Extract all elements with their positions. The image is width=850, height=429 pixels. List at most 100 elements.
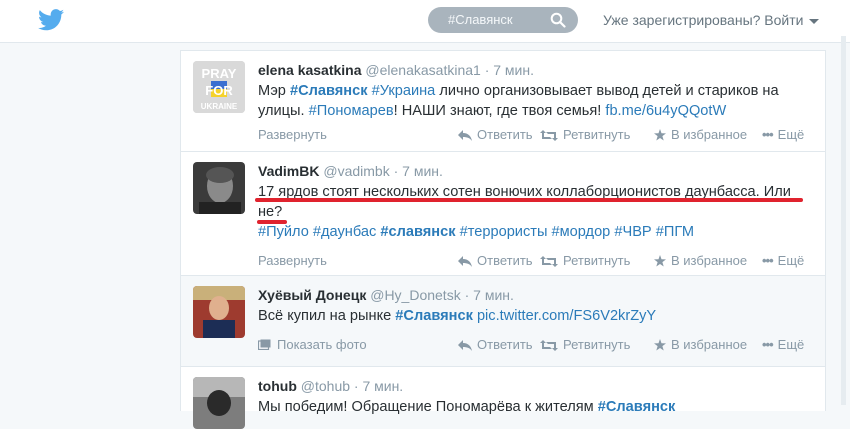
- hashtag-link[interactable]: #Славянск: [598, 399, 676, 415]
- hashtag-link[interactable]: #ЧВР: [614, 224, 651, 240]
- hashtag-link[interactable]: #славянск: [380, 224, 455, 240]
- reply-label: Ответить: [477, 253, 533, 268]
- favorite-button[interactable]: В избранное: [654, 253, 747, 268]
- more-label: Ещё: [777, 337, 805, 352]
- login-text: Уже зарегистрированы? Войти: [603, 12, 804, 28]
- tweet-item[interactable]: PRAY FOR UKRAINE elena kasatkina @elenak…: [181, 51, 825, 152]
- more-dots-icon: •••: [762, 127, 774, 142]
- text-segment: Мы победим! Обращение Пономарёва к жител…: [258, 399, 598, 415]
- hashtag-link[interactable]: pic.twitter.com/FS6V2krZyY: [477, 308, 656, 324]
- expand-link[interactable]: Развернуть: [258, 127, 327, 142]
- search-value: #Славянск: [448, 12, 513, 27]
- tweet-text: Всё купил на рынке #Славянск pic.twitter…: [258, 306, 818, 326]
- reply-icon: [458, 340, 472, 351]
- tweet-header: Хуёвый Донецк @Hy_Donetsk · 7 мин.: [258, 286, 818, 304]
- reply-button[interactable]: Ответить: [458, 253, 533, 268]
- search-icon[interactable]: [550, 12, 566, 28]
- tweet-actions: Развернуть Ответить Ретвитнуть В избранн…: [258, 253, 818, 271]
- tweet-header: VadimBK @vadimbk · 7 мин.: [258, 162, 818, 180]
- top-bar: #Славянск Уже зарегистрированы? Войти: [0, 0, 850, 43]
- hashtag-link[interactable]: fb.me/6u4yQQotW: [605, 103, 726, 119]
- hashtag-link[interactable]: #Славянск: [290, 83, 368, 99]
- hashtag-link[interactable]: #Украина: [372, 83, 436, 99]
- show-photo-label: Показать фото: [277, 337, 367, 352]
- favorite-label: В избранное: [671, 253, 748, 268]
- scrollbar[interactable]: [841, 36, 846, 405]
- tweet-header: tohub @tohub · 7 мин.: [258, 377, 818, 395]
- hashtag-link[interactable]: #мордор: [552, 224, 611, 240]
- author-handle[interactable]: @vadimbk: [323, 163, 389, 179]
- tweet-item[interactable]: VadimBK @vadimbk · 7 мин. 17 ярдов стоят…: [181, 152, 825, 276]
- hashtag-link[interactable]: #ПГМ: [656, 224, 694, 240]
- more-button[interactable]: ••• Ещё: [762, 127, 804, 142]
- retweet-icon: [540, 256, 558, 267]
- reply-label: Ответить: [477, 337, 533, 352]
- reply-icon: [458, 130, 472, 141]
- tweet-time[interactable]: · 7 мин.: [354, 378, 403, 394]
- tweet-actions: Показать фото Ответить Ретвитнуть В избр…: [257, 337, 818, 355]
- tweet-timeline: PRAY FOR UKRAINE elena kasatkina @elenak…: [180, 50, 826, 429]
- reply-button[interactable]: Ответить: [458, 337, 533, 352]
- retweet-button[interactable]: Ретвитнуть: [540, 253, 630, 268]
- hashtag-link[interactable]: #Пономарев: [309, 103, 394, 119]
- author-name[interactable]: elena kasatkina: [258, 62, 362, 78]
- tweet-actions: Развернуть Ответить Ретвитнуть В избранн…: [258, 127, 818, 145]
- author-name[interactable]: tohub: [258, 378, 297, 394]
- favorite-label: В избранное: [671, 337, 748, 352]
- more-label: Ещё: [777, 253, 805, 268]
- more-dots-icon: •••: [762, 337, 774, 352]
- author-handle[interactable]: @tohub: [301, 378, 350, 394]
- star-icon: [654, 129, 666, 141]
- more-label: Ещё: [777, 127, 805, 142]
- retweet-icon: [540, 340, 558, 351]
- retweet-label: Ретвитнуть: [563, 337, 631, 352]
- tweet-text: Мы победим! Обращение Пономарёва к жител…: [258, 397, 818, 417]
- twitter-bird-icon[interactable]: [38, 9, 64, 31]
- red-underline-annotation: [257, 220, 287, 224]
- retweet-button[interactable]: Ретвитнуть: [540, 127, 630, 142]
- hashtag-link[interactable]: #Славянск: [395, 308, 473, 324]
- hashtag-link[interactable]: #даунбас: [313, 224, 376, 240]
- red-underline-annotation: [255, 198, 803, 202]
- avatar[interactable]: [193, 286, 245, 338]
- author-name[interactable]: Хуёвый Донецк: [258, 287, 366, 303]
- more-button[interactable]: ••• Ещё: [762, 337, 804, 352]
- hashtag-link[interactable]: #Пуйло: [258, 224, 309, 240]
- avatar[interactable]: [193, 162, 245, 214]
- text-segment: 17 ярдов стоят нескольких сотен вонючих …: [258, 184, 791, 220]
- tweet-text: 17 ярдов стоят нескольких сотен вонючих …: [258, 182, 818, 222]
- favorite-button[interactable]: В избранное: [654, 337, 747, 352]
- tweet-text: Мэр #Славянск #Украина лично организовыв…: [258, 81, 818, 121]
- chevron-down-icon: [809, 18, 820, 24]
- retweet-button[interactable]: Ретвитнуть: [540, 337, 630, 352]
- login-dropdown[interactable]: Уже зарегистрированы? Войти: [603, 12, 820, 28]
- tweet-time[interactable]: · 7 мин.: [485, 62, 534, 78]
- tweet-item[interactable]: Хуёвый Донецк @Hy_Donetsk · 7 мин. Всё к…: [181, 276, 825, 367]
- text-segment: Мэр: [258, 83, 290, 99]
- show-photo-link[interactable]: Показать фото: [257, 337, 367, 352]
- favorite-label: В избранное: [671, 127, 748, 142]
- star-icon: [654, 255, 666, 267]
- search-input[interactable]: #Славянск: [428, 7, 578, 33]
- retweet-icon: [540, 130, 558, 141]
- reply-button[interactable]: Ответить: [458, 127, 533, 142]
- tweet-time[interactable]: · 7 мин.: [465, 287, 514, 303]
- more-dots-icon: •••: [762, 253, 774, 268]
- photo-icon: [257, 339, 271, 351]
- author-handle[interactable]: @Hy_Donetsk: [370, 287, 460, 303]
- avatar[interactable]: PRAY FOR UKRAINE: [193, 61, 245, 113]
- favorite-button[interactable]: В избранное: [654, 127, 747, 142]
- tweet-hashtags: #Пуйло #даунбас #славянск #террористы #м…: [258, 222, 818, 242]
- star-icon: [654, 339, 666, 351]
- reply-icon: [458, 256, 472, 267]
- more-button[interactable]: ••• Ещё: [762, 253, 804, 268]
- avatar[interactable]: [193, 377, 245, 429]
- author-handle[interactable]: @elenakasatkina1: [365, 62, 480, 78]
- reply-label: Ответить: [477, 127, 533, 142]
- tweet-time[interactable]: · 7 мин.: [394, 163, 443, 179]
- retweet-label: Ретвитнуть: [563, 253, 631, 268]
- hashtag-link[interactable]: #террористы: [460, 224, 548, 240]
- author-name[interactable]: VadimBK: [258, 163, 319, 179]
- expand-link[interactable]: Развернуть: [258, 253, 327, 268]
- tweet-item[interactable]: tohub @tohub · 7 мин. Мы победим! Обраще…: [181, 367, 825, 429]
